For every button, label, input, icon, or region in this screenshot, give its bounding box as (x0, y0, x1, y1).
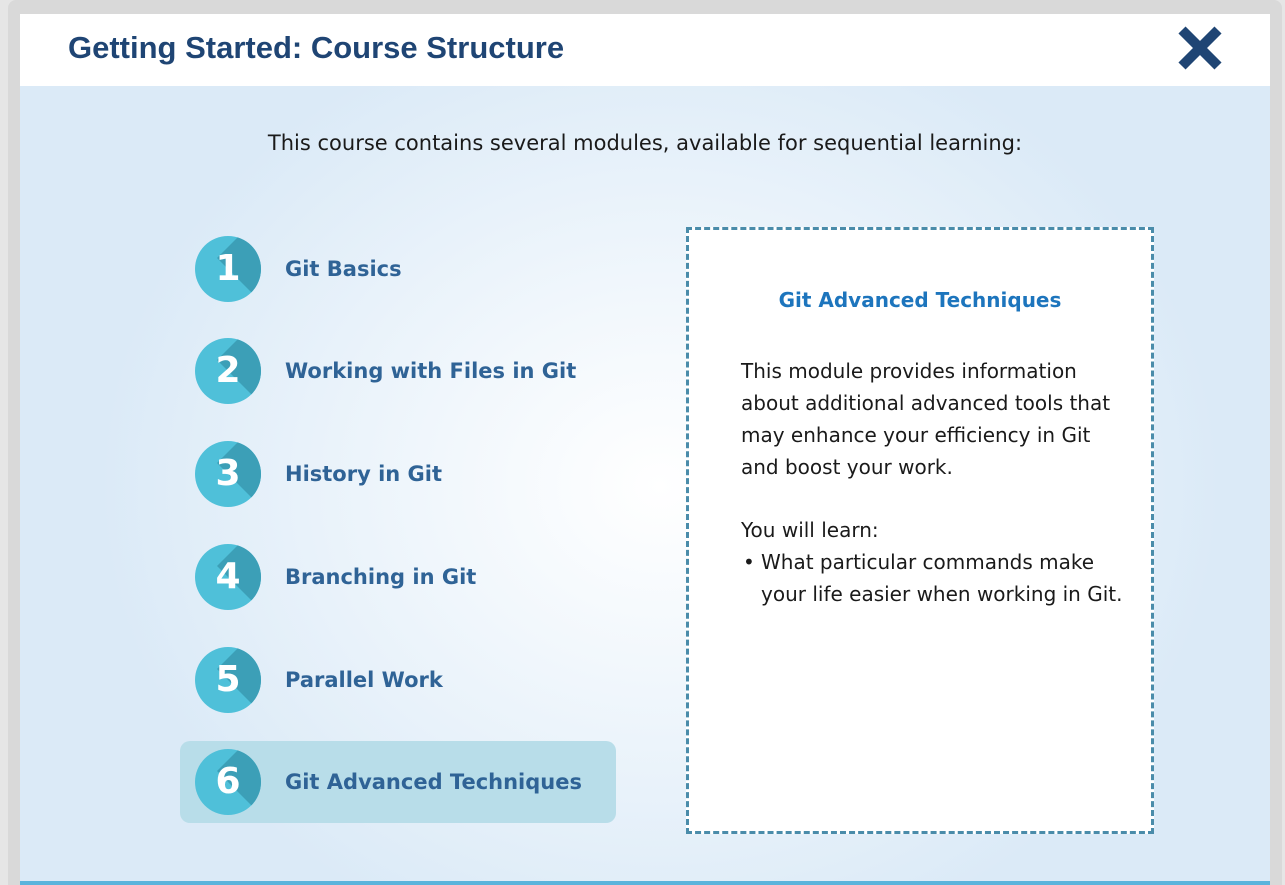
module-number-badge: 5 (195, 647, 261, 713)
module-number: 5 (215, 659, 241, 700)
course-structure-panel: Getting Started: Course Structure This c… (20, 14, 1270, 885)
learn-bullet: • What particular commands make your lif… (741, 546, 1126, 610)
module-label: History in Git (285, 462, 443, 486)
content-area: This course contains several modules, av… (20, 86, 1270, 881)
module-item-5[interactable]: 5 Parallel Work (180, 639, 616, 721)
module-number-badge: 1 (195, 236, 261, 302)
detail-description: This module provides information about a… (741, 359, 1111, 479)
module-number-badge: 4 (195, 544, 261, 610)
module-number-badge: 3 (195, 441, 261, 507)
module-number-badge: 2 (195, 338, 261, 404)
module-label: Git Advanced Techniques (285, 770, 582, 794)
module-label: Parallel Work (285, 668, 443, 692)
close-x-icon (1178, 26, 1222, 70)
learn-bullet-text: What particular commands make your life … (761, 550, 1123, 606)
module-number: 3 (215, 453, 241, 494)
detail-body: This module provides information about a… (741, 355, 1126, 610)
detail-title: Git Advanced Techniques (778, 288, 1062, 312)
module-item-4[interactable]: 4 Branching in Git (180, 536, 616, 618)
module-number: 2 (215, 350, 241, 391)
module-label: Git Basics (285, 257, 402, 281)
close-button[interactable] (1174, 22, 1226, 74)
page-title: Getting Started: Course Structure (68, 30, 565, 65)
intro-text: This course contains several modules, av… (267, 131, 1023, 155)
module-label: Branching in Git (285, 565, 477, 589)
module-number: 4 (215, 556, 241, 597)
module-label: Working with Files in Git (285, 359, 577, 383)
module-item-2[interactable]: 2 Working with Files in Git (180, 330, 616, 412)
bullet-symbol: • (743, 550, 755, 574)
module-number: 6 (215, 761, 241, 802)
module-number: 1 (215, 248, 241, 289)
bottom-accent-line (20, 881, 1270, 885)
header: Getting Started: Course Structure (20, 14, 1270, 86)
module-item-3[interactable]: 3 History in Git (180, 433, 616, 515)
module-item-6[interactable]: 6 Git Advanced Techniques (180, 741, 616, 823)
module-number-badge: 6 (195, 749, 261, 815)
module-detail-box: Git Advanced Techniques This module prov… (686, 227, 1154, 834)
module-item-1[interactable]: 1 Git Basics (180, 228, 616, 310)
learn-heading: You will learn: (741, 518, 879, 542)
